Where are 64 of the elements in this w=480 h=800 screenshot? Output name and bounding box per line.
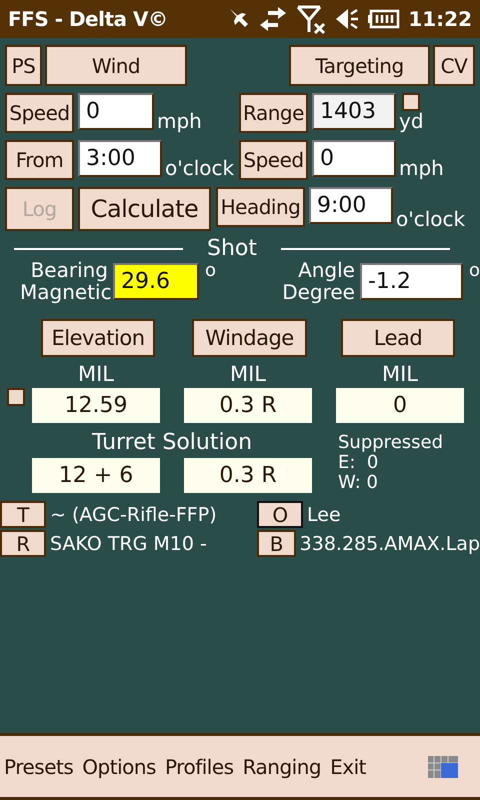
form-button[interactable]: Wind xyxy=(45,45,187,86)
section-title: Shot xyxy=(207,237,257,262)
profile-name: 338.285.AMAX.Lap xyxy=(300,534,480,554)
unit-label: yd xyxy=(398,111,424,133)
output-value: 0.3 R xyxy=(184,458,312,494)
input-field[interactable]: 1403 xyxy=(312,93,396,130)
degree-unit: o xyxy=(204,261,216,281)
degree-unit: o xyxy=(468,261,480,281)
input-field[interactable]: 0 xyxy=(312,140,396,177)
signal-off-icon xyxy=(296,4,326,34)
menu-item[interactable]: Ranging xyxy=(242,752,322,782)
profile-button[interactable]: R xyxy=(0,530,46,558)
input-field[interactable]: 3:00 xyxy=(78,140,162,177)
form-button[interactable]: Windage xyxy=(192,319,307,358)
muted-speaker-icon xyxy=(334,6,360,32)
profile-button[interactable]: O xyxy=(257,501,303,528)
form-button[interactable]: Elevation xyxy=(41,319,155,358)
input-field[interactable]: 9:00 xyxy=(309,187,393,224)
form-button[interactable]: From xyxy=(5,140,74,180)
form-button[interactable]: CV xyxy=(433,45,475,86)
output-value: 0 xyxy=(336,388,464,424)
keyboard-icon xyxy=(428,756,458,778)
unit-label: o'clock xyxy=(395,209,466,231)
form-button[interactable]: Targeting xyxy=(289,45,430,86)
profile-button[interactable]: T xyxy=(0,501,46,528)
profile-name: ~ (AGC-Rifle-FFP) xyxy=(50,504,217,526)
output-value: 12 + 6 xyxy=(32,458,160,494)
field-label: Angle Degree xyxy=(281,259,355,304)
suppressed-value: E: 0 xyxy=(338,453,380,473)
suppressed-label: Suppressed xyxy=(338,433,444,454)
unit-label: MIL xyxy=(228,363,267,386)
form-button[interactable]: Range xyxy=(239,93,308,133)
unit-label: mph xyxy=(398,158,444,180)
menu-item[interactable]: Profiles xyxy=(164,752,234,782)
unit-label: mph xyxy=(156,111,202,133)
profile-name: Lee xyxy=(307,504,341,526)
profile-name: SAKO TRG M10 - xyxy=(50,534,207,554)
section-title: Turret Solution xyxy=(92,431,252,456)
menu-item[interactable]: Options xyxy=(82,752,156,782)
input-field[interactable]: 0 xyxy=(78,93,154,130)
sync-arrows-icon xyxy=(258,6,288,32)
form-button[interactable]: Calculate xyxy=(78,187,211,231)
form-button[interactable]: Heading xyxy=(216,187,305,227)
form-button[interactable]: Speed xyxy=(5,93,74,133)
checkbox[interactable] xyxy=(402,93,420,111)
field-label: Bearing Magnetic xyxy=(20,259,108,304)
unit-label: MIL xyxy=(76,363,115,386)
form-button[interactable]: Lead xyxy=(341,319,455,358)
form-button[interactable]: PS xyxy=(5,45,42,86)
unit-label: o'clock xyxy=(164,158,234,180)
checkbox[interactable] xyxy=(7,388,25,406)
app-title: FFS - Delta V© xyxy=(8,6,168,33)
unit-label: MIL xyxy=(380,363,419,386)
form-button[interactable]: Speed xyxy=(239,140,308,180)
profile-button[interactable]: B xyxy=(257,530,296,558)
clock-time: 11:22 xyxy=(408,6,472,33)
output-value: 12.59 xyxy=(32,388,160,424)
menu-item[interactable]: Presets xyxy=(4,752,74,782)
input-field[interactable]: -1.2 xyxy=(360,262,463,300)
menu-item[interactable]: Exit xyxy=(330,752,366,782)
input-field[interactable]: 29.6 xyxy=(113,262,199,300)
battery-icon xyxy=(368,9,400,29)
output-value: 0.3 R xyxy=(184,388,312,424)
suppressed-value: W: 0 xyxy=(338,472,379,493)
